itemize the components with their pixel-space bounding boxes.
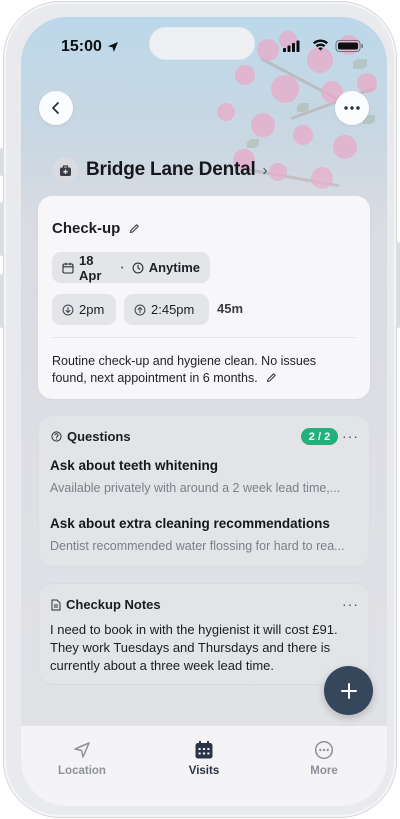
tab-label: More xyxy=(310,765,338,777)
ellipsis-icon xyxy=(344,106,360,110)
tab-bar: Location Visits More xyxy=(21,725,387,806)
tab-visits[interactable]: Visits xyxy=(164,740,244,777)
question-title: Ask about extra cleaning recommendations xyxy=(50,516,330,531)
questions-count-badge: 2 / 2 xyxy=(301,428,338,445)
navigation-arrow-icon xyxy=(74,742,90,758)
divider xyxy=(52,337,356,338)
calendar-icon xyxy=(62,262,74,274)
notes-body[interactable]: I need to book in with the hygienist it … xyxy=(50,621,362,675)
notes-more-button[interactable]: ··· xyxy=(342,596,359,612)
start-time-chip[interactable]: 2pm xyxy=(52,294,116,325)
end-time: 2:45pm xyxy=(151,302,195,317)
phone-frame: 15:00 Bridge Lane Dental › Check-up 18 A… xyxy=(0,2,400,817)
questions-card: Questions 2 / 2 ··· Ask about teeth whit… xyxy=(38,415,370,567)
date-time-chip[interactable]: 18 Apr · Anytime xyxy=(52,252,210,283)
edit-notes-pencil-icon[interactable] xyxy=(266,372,277,383)
question-item[interactable]: Ask about extra cleaning recommendations… xyxy=(50,516,362,553)
tab-location[interactable]: Location xyxy=(42,740,122,777)
app-screen: 15:00 Bridge Lane Dental › Check-up 18 A… xyxy=(21,17,387,806)
visit-title: Check-up xyxy=(52,220,121,237)
question-title: Ask about teeth whitening xyxy=(50,458,219,473)
notes-header: Checkup Notes xyxy=(51,597,161,612)
mute-switch xyxy=(0,148,4,176)
plus-icon xyxy=(340,682,357,699)
visit-duration: 45m xyxy=(217,301,244,316)
visit-time-window: Anytime xyxy=(148,260,200,275)
chevron-right-icon: › xyxy=(262,161,268,179)
document-icon xyxy=(51,599,61,611)
edit-pencil-icon[interactable] xyxy=(129,223,140,234)
chevron-left-icon xyxy=(52,102,59,114)
question-answer: Available privately with around a 2 week… xyxy=(50,481,341,495)
question-answer: Dentist recommended water flossing for h… xyxy=(50,539,345,553)
calendar-icon xyxy=(195,740,213,759)
arrow-down-circle-icon xyxy=(62,304,74,316)
location-badge xyxy=(52,157,78,183)
ellipsis-circle-icon xyxy=(314,740,334,760)
dynamic-island xyxy=(150,28,254,59)
questions-more-button[interactable]: ··· xyxy=(342,428,359,444)
volume-up-button xyxy=(0,202,4,256)
questions-heading: Questions xyxy=(67,429,131,444)
separator-dot: · xyxy=(120,260,125,275)
start-time: 2pm xyxy=(79,302,105,317)
battery-icon xyxy=(335,39,363,53)
add-button[interactable] xyxy=(324,666,373,715)
location-services-icon xyxy=(108,42,118,52)
visit-notes[interactable]: Routine check-up and hygiene clean. No i… xyxy=(52,353,352,387)
notes-heading: Checkup Notes xyxy=(66,597,161,612)
tab-label: Visits xyxy=(188,765,220,777)
page-title: Bridge Lane Dental xyxy=(86,159,256,180)
visit-details-card: Check-up 18 Apr · Anytime 2pm 2:45pm 45m… xyxy=(38,196,370,399)
medical-bag-icon xyxy=(59,164,71,176)
question-item[interactable]: Ask about teeth whitening Available priv… xyxy=(50,458,362,495)
power-button xyxy=(396,242,400,328)
end-time-chip[interactable]: 2:45pm xyxy=(124,294,209,325)
status-icons xyxy=(283,39,363,53)
cellular-signal-icon xyxy=(283,40,300,52)
checkup-notes-card: Checkup Notes ··· I need to book in with… xyxy=(38,583,370,685)
questions-header: Questions xyxy=(51,429,131,444)
arrow-up-circle-icon xyxy=(134,304,146,316)
status-time: 15:00 xyxy=(61,38,102,55)
status-bar: 15:00 xyxy=(21,17,387,73)
wifi-icon xyxy=(313,39,328,51)
back-button[interactable] xyxy=(39,91,73,125)
location-title-link[interactable]: Bridge Lane Dental › xyxy=(52,156,268,184)
volume-down-button xyxy=(0,274,4,328)
visit-title-row[interactable]: Check-up xyxy=(52,220,140,237)
tab-more[interactable]: More xyxy=(284,740,364,777)
question-circle-icon xyxy=(51,431,62,442)
tab-label: Location xyxy=(58,765,106,777)
more-options-button[interactable] xyxy=(335,91,369,125)
visit-date: 18 Apr xyxy=(79,252,102,283)
clock-icon xyxy=(132,262,144,274)
